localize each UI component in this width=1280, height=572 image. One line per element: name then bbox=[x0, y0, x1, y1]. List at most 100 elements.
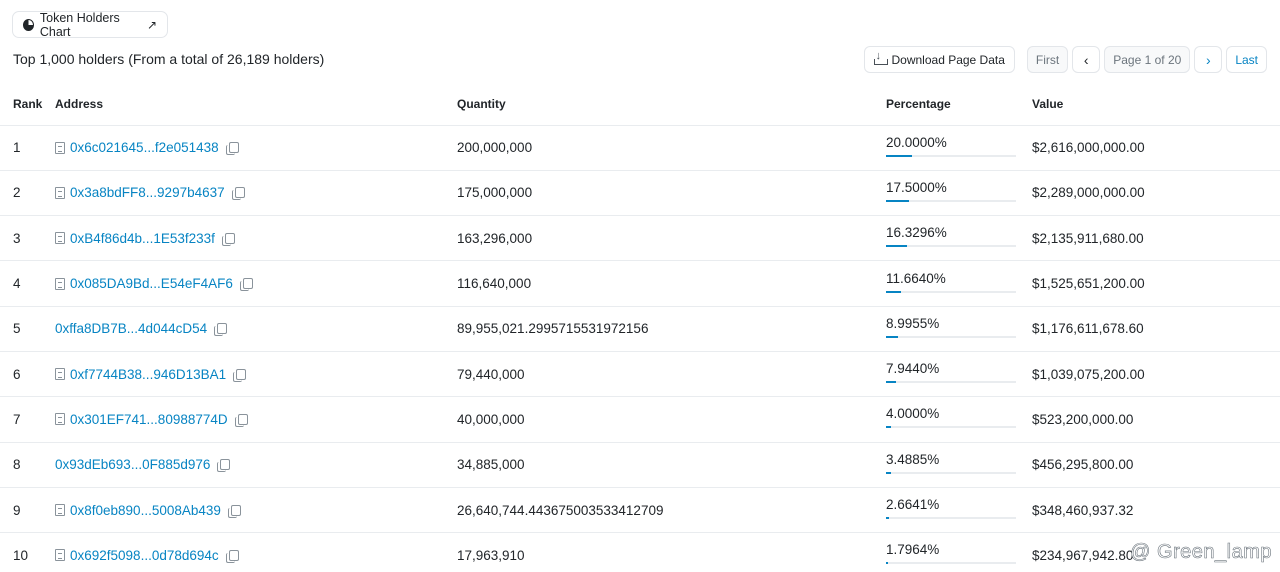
contract-icon bbox=[55, 141, 65, 154]
percentage-text: 4.0000% bbox=[886, 406, 940, 422]
percentage-text: 3.4885% bbox=[886, 451, 940, 467]
table-row: 3 0xB4f86d4b...1E53f233f 163,296,000 16.329… bbox=[0, 215, 1280, 262]
value-cell: $523,200,000.00 bbox=[1032, 396, 1280, 443]
download-label: Download Page Data bbox=[891, 52, 1005, 67]
table-row: 6 0xf7744B38...946D13BA1 79,440,000 7.9440%… bbox=[0, 351, 1280, 398]
chevron-right-icon: › bbox=[1205, 51, 1211, 68]
percentage-bar bbox=[886, 517, 1016, 520]
address-cell: 0x692f5098...0d78d694c bbox=[55, 532, 457, 572]
value-cell: $2,289,000,000.00 bbox=[1032, 170, 1280, 217]
copy-icon[interactable] bbox=[227, 504, 241, 518]
copy-icon[interactable] bbox=[214, 323, 228, 337]
contract-icon bbox=[55, 368, 65, 381]
address-link[interactable]: 0xB4f86d4b...1E53f233f bbox=[70, 231, 215, 246]
copy-icon[interactable] bbox=[221, 232, 235, 246]
download-page-data-button[interactable]: Download Page Data bbox=[863, 46, 1015, 73]
token-holders-chart-label: Token Holders Chart bbox=[39, 10, 120, 39]
copy-icon[interactable] bbox=[217, 459, 231, 473]
percentage-bar-fill bbox=[886, 199, 909, 202]
address-link[interactable]: 0x3a8bdFF8...9297b4637 bbox=[70, 185, 225, 200]
address-link[interactable]: 0x301EF741...80988774D bbox=[70, 412, 228, 427]
percentage-cell: 20.0000% bbox=[886, 125, 1032, 171]
external-link-icon: ↗ bbox=[146, 17, 157, 32]
percentage-text: 11.6640% bbox=[886, 270, 946, 286]
value-header: Value bbox=[1032, 84, 1280, 126]
percentage-text: 7.9440% bbox=[886, 361, 940, 377]
address-link-wrap: 0xffa8DB7B...4d044cD54 bbox=[55, 321, 457, 337]
quantity-cell: 200,000,000 bbox=[457, 125, 886, 171]
address-link[interactable]: 0xf7744B38...946D13BA1 bbox=[70, 367, 226, 382]
contract-icon bbox=[55, 232, 65, 245]
address-cell: 0x085DA9Bd...E54eF4AF6 bbox=[55, 260, 457, 307]
value-cell: $456,295,800.00 bbox=[1032, 442, 1280, 488]
value-cell: $1,525,651,200.00 bbox=[1032, 260, 1280, 307]
value-cell: $348,460,937.32 bbox=[1032, 487, 1280, 534]
address-link[interactable]: 0x692f5098...0d78d694c bbox=[70, 548, 219, 563]
address-link-wrap: 0x301EF741...80988774D bbox=[55, 412, 457, 427]
address-link-wrap: 0x93dEb693...0F885d976 bbox=[55, 457, 457, 473]
address-link-wrap: 0x3a8bdFF8...9297b4637 bbox=[55, 185, 457, 201]
percentage-bar bbox=[886, 154, 1016, 157]
rank-header: Rank bbox=[0, 84, 55, 126]
rank-cell: 2 bbox=[0, 170, 55, 217]
address-link[interactable]: 0x8f0eb890...5008Ab439 bbox=[70, 503, 221, 518]
percentage-bar-fill bbox=[886, 154, 912, 157]
copy-icon[interactable] bbox=[233, 368, 247, 382]
percentage-bar-fill bbox=[886, 381, 897, 384]
percentage-bar-fill bbox=[886, 562, 889, 565]
copy-icon[interactable] bbox=[239, 278, 253, 292]
percentage-text: 8.9955% bbox=[886, 315, 940, 331]
percentage-bar bbox=[886, 471, 1016, 474]
percentage-cell: 8.9955% bbox=[886, 306, 1032, 352]
quantity-header: Quantity bbox=[457, 84, 886, 126]
chevron-left-icon: ‹ bbox=[1083, 51, 1089, 68]
contract-icon bbox=[55, 504, 65, 517]
download-icon bbox=[873, 50, 888, 65]
percentage-text: 16.3296% bbox=[886, 225, 947, 241]
quantity-cell: 89,955,021.2995715531972156 bbox=[457, 306, 886, 352]
quantity-cell: 17,963,910 bbox=[457, 532, 886, 572]
rank-cell: 6 bbox=[0, 351, 55, 398]
rank-cell: 3 bbox=[0, 215, 55, 262]
table-header-row: Rank Address Quantity Percentage Value bbox=[0, 84, 1280, 126]
percentage-bar-fill bbox=[886, 335, 898, 338]
percentage-cell: 3.4885% bbox=[886, 442, 1032, 488]
quantity-cell: 79,440,000 bbox=[457, 351, 886, 398]
quantity-cell: 175,000,000 bbox=[457, 170, 886, 217]
address-cell: 0x3a8bdFF8...9297b4637 bbox=[55, 170, 457, 217]
address-link[interactable]: 0x93dEb693...0F885d976 bbox=[55, 457, 210, 472]
percentage-bar bbox=[886, 335, 1016, 338]
copy-icon[interactable] bbox=[225, 549, 239, 563]
address-link[interactable]: 0x085DA9Bd...E54eF4AF6 bbox=[70, 276, 233, 291]
percentage-cell: 4.0000% bbox=[886, 396, 1032, 443]
prev-page-button[interactable]: ‹ bbox=[1072, 46, 1101, 73]
copy-icon[interactable] bbox=[225, 142, 239, 156]
percentage-text: 17.5000% bbox=[886, 179, 947, 195]
rank-cell: 5 bbox=[0, 306, 55, 352]
first-page-button[interactable]: First bbox=[1026, 46, 1069, 73]
copy-icon[interactable] bbox=[234, 413, 248, 427]
next-page-button[interactable]: › bbox=[1194, 46, 1223, 73]
table-row: 2 0x3a8bdFF8...9297b4637 175,000,000 17.500… bbox=[0, 170, 1280, 217]
address-cell: 0x8f0eb890...5008Ab439 bbox=[55, 487, 457, 534]
table-row: 9 0x8f0eb890...5008Ab439 26,640,744.443675… bbox=[0, 487, 1280, 534]
contract-icon bbox=[55, 549, 65, 562]
percentage-cell: 16.3296% bbox=[886, 215, 1032, 262]
token-holders-chart-button[interactable]: Token Holders Chart ↗ bbox=[12, 10, 168, 39]
value-cell: $2,135,911,680.00 bbox=[1032, 215, 1280, 262]
address-link[interactable]: 0xffa8DB7B...4d044cD54 bbox=[55, 321, 207, 336]
percentage-cell: 2.6641% bbox=[886, 487, 1032, 534]
percentage-bar bbox=[886, 245, 1016, 248]
rank-cell: 8 bbox=[0, 442, 55, 488]
page-indicator: Page 1 of 20 bbox=[1104, 46, 1191, 73]
last-page-button[interactable]: Last bbox=[1226, 46, 1267, 73]
quantity-cell: 26,640,744.443675003533412709 bbox=[457, 487, 886, 534]
percentage-bar bbox=[886, 199, 1016, 202]
pie-chart-icon bbox=[23, 18, 34, 31]
address-link-wrap: 0xB4f86d4b...1E53f233f bbox=[55, 231, 457, 246]
watermark: @ Green_lamp bbox=[1130, 541, 1272, 564]
address-link[interactable]: 0x6c021645...f2e051438 bbox=[70, 140, 219, 155]
address-link-wrap: 0x085DA9Bd...E54eF4AF6 bbox=[55, 276, 457, 292]
rank-cell: 1 bbox=[0, 125, 55, 171]
copy-icon[interactable] bbox=[231, 187, 245, 201]
